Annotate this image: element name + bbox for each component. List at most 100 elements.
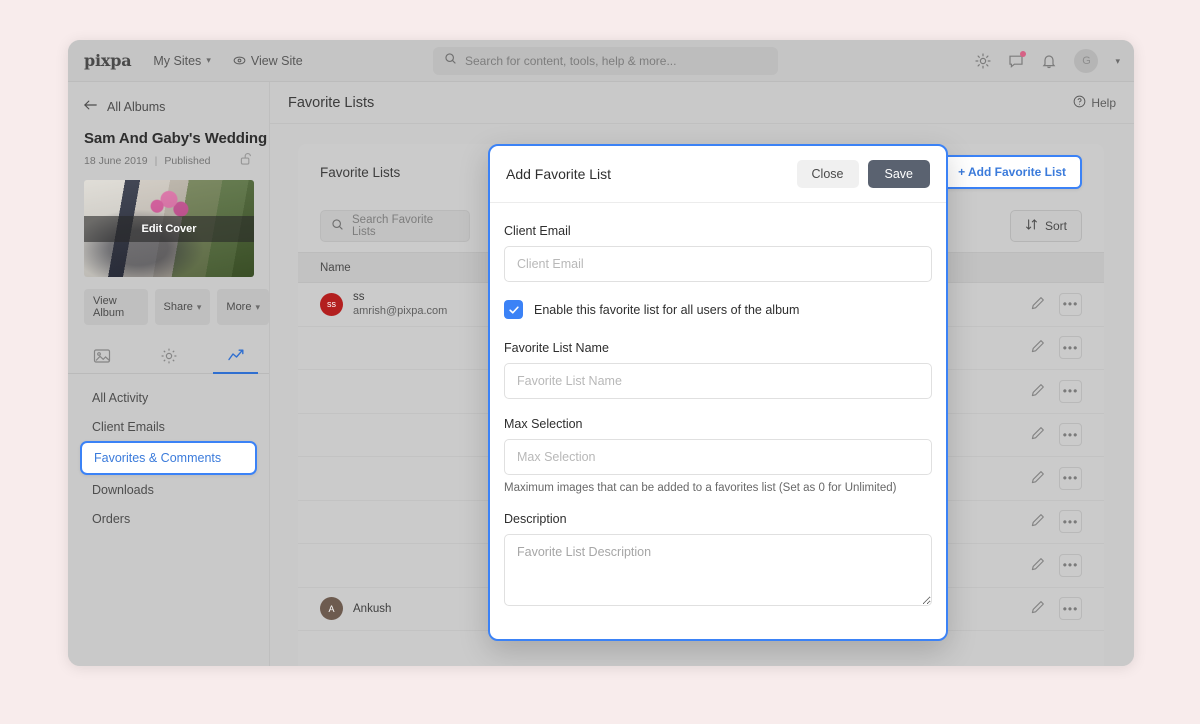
edit-pencil-icon[interactable] <box>1031 426 1045 443</box>
tab-gallery[interactable] <box>68 338 135 373</box>
sidebar-item-label: Client Emails <box>92 419 165 434</box>
modal-body: Client Email Enable this favorite list f… <box>490 203 946 611</box>
enable-for-all-users-checkbox-row[interactable]: Enable this favorite list for all users … <box>504 300 932 319</box>
save-button[interactable]: Save <box>867 160 930 188</box>
user-avatar[interactable]: G <box>1074 49 1099 73</box>
nav-my-sites[interactable]: My Sites ▾ <box>153 54 210 68</box>
checkbox-checked-icon[interactable] <box>504 300 523 319</box>
cell-actions: ••• <box>968 466 1104 490</box>
avatar: A <box>320 597 343 621</box>
client-email-field-group: Client Email <box>504 224 932 282</box>
max-selection-label: Max Selection <box>504 417 583 431</box>
row-more-options-button[interactable]: ••• <box>1059 379 1082 403</box>
modal-header: Add Favorite List Close Save <box>490 146 946 203</box>
row-more-options-button[interactable]: ••• <box>1059 292 1082 316</box>
search-icon <box>331 218 344 234</box>
search-icon <box>444 52 457 70</box>
sort-label: Sort <box>1044 219 1067 233</box>
pixpa-logo[interactable]: pixpa <box>84 51 132 70</box>
client-name: Ankush <box>353 602 392 615</box>
modal-header-actions: Close Save <box>796 160 930 188</box>
cell-actions: ••• <box>968 336 1104 360</box>
more-button[interactable]: More ▾ <box>217 289 269 325</box>
unlock-icon[interactable] <box>240 152 253 169</box>
chevron-down-icon: ▾ <box>206 55 211 65</box>
share-button[interactable]: Share ▾ <box>154 289 211 325</box>
close-button[interactable]: Close <box>796 160 859 188</box>
cell-actions: ••• <box>968 379 1104 403</box>
view-album-button[interactable]: View Album <box>84 289 148 325</box>
edit-pencil-icon[interactable] <box>1031 296 1045 313</box>
add-favorite-list-button[interactable]: + Add Favorite List <box>942 155 1082 189</box>
album-cover-image[interactable]: Edit Cover <box>84 180 254 277</box>
row-more-options-button[interactable]: ••• <box>1059 510 1082 534</box>
brightness-icon[interactable] <box>975 53 992 69</box>
edit-pencil-icon[interactable] <box>1031 383 1045 400</box>
tab-settings[interactable] <box>135 338 202 373</box>
cell-actions: ••• <box>968 510 1104 534</box>
share-label: Share <box>163 301 193 313</box>
edit-pencil-icon[interactable] <box>1031 557 1045 574</box>
edit-cover-button[interactable]: Edit Cover <box>84 215 254 242</box>
description-field-group: Description <box>504 512 932 611</box>
client-name-block: ss amrish@pixpa.com <box>353 290 447 318</box>
sidebar-item-favorites-and-comments[interactable]: Favorites & Comments <box>80 441 257 475</box>
edit-pencil-icon[interactable] <box>1031 470 1045 487</box>
app-window: pixpa My Sites ▾ View Site Search for co… <box>68 40 1134 666</box>
messages-icon[interactable] <box>1008 51 1027 69</box>
client-email-input[interactable] <box>504 246 932 282</box>
sort-button[interactable]: Sort <box>1009 210 1082 242</box>
album-status: Published <box>164 154 211 167</box>
notifications-bell-icon[interactable] <box>1041 53 1057 69</box>
more-label: More <box>226 301 252 313</box>
row-more-options-button[interactable]: ••• <box>1059 553 1082 577</box>
album-title: Sam And Gaby's Wedding <box>84 130 268 147</box>
tab-activity[interactable] <box>202 338 269 374</box>
sidebar-item-label: Favorites & Comments <box>94 451 222 465</box>
max-selection-field-group: Max Selection Maximum images that can be… <box>504 417 932 494</box>
sidebar-item-orders[interactable]: Orders <box>80 504 257 533</box>
sidebar-item-label: Orders <box>92 511 131 526</box>
back-to-all-albums[interactable]: All Albums <box>68 82 269 114</box>
search-favorite-lists-input[interactable]: Search Favorite Lists <box>320 210 470 242</box>
global-search-input[interactable]: Search for content, tools, help & more..… <box>433 47 778 75</box>
edit-pencil-icon[interactable] <box>1031 339 1045 356</box>
album-meta: 18 June 2019 | Published <box>84 152 253 169</box>
max-selection-input[interactable] <box>504 439 932 475</box>
favorite-list-name-field-group: Favorite List Name <box>504 341 932 399</box>
description-label: Description <box>504 512 567 526</box>
client-email-label: Client Email <box>504 224 571 238</box>
description-textarea[interactable] <box>504 534 932 606</box>
cell-actions: ••• <box>968 292 1104 316</box>
help-label: Help <box>1091 95 1116 110</box>
account-chevron-down-icon[interactable]: ▾ <box>1115 56 1120 67</box>
row-more-options-button[interactable]: ••• <box>1059 423 1082 447</box>
arrow-left-icon <box>84 99 98 114</box>
nav-view-site[interactable]: View Site <box>233 54 303 68</box>
search-favorite-lists-placeholder: Search Favorite Lists <box>352 214 434 238</box>
album-date: 18 June 2019 <box>84 154 148 167</box>
row-more-options-button[interactable]: ••• <box>1059 336 1082 360</box>
client-name-block: Ankush <box>353 602 391 616</box>
cell-actions: ••• <box>968 597 1104 621</box>
sidebar-item-downloads[interactable]: Downloads <box>80 475 257 504</box>
sidebar-item-client-emails[interactable]: Client Emails <box>80 412 257 441</box>
favorite-list-name-input[interactable] <box>504 363 932 399</box>
sidebar-tab-bar <box>68 338 269 374</box>
messages-unread-badge <box>1020 51 1027 57</box>
add-favorite-list-modal: Add Favorite List Close Save Client Emai… <box>488 144 948 641</box>
cell-actions: ••• <box>968 423 1104 447</box>
edit-pencil-icon[interactable] <box>1031 600 1045 617</box>
edit-pencil-icon[interactable] <box>1031 513 1045 530</box>
sidebar-menu: All Activity Client Emails Favorites & C… <box>68 374 269 533</box>
modal-title: Add Favorite List <box>506 166 612 182</box>
row-more-options-button[interactable]: ••• <box>1059 466 1082 490</box>
row-more-options-button[interactable]: ••• <box>1059 597 1082 621</box>
sidebar-item-label: All Activity <box>92 390 149 405</box>
nav-my-sites-label: My Sites <box>153 53 202 68</box>
nav-view-site-label: View Site <box>250 53 303 68</box>
sidebar-item-all-activity[interactable]: All Activity <box>80 383 257 412</box>
back-to-all-albums-label: All Albums <box>107 99 166 114</box>
card-title: Favorite Lists <box>320 164 401 180</box>
help-button[interactable]: Help <box>1073 95 1116 111</box>
